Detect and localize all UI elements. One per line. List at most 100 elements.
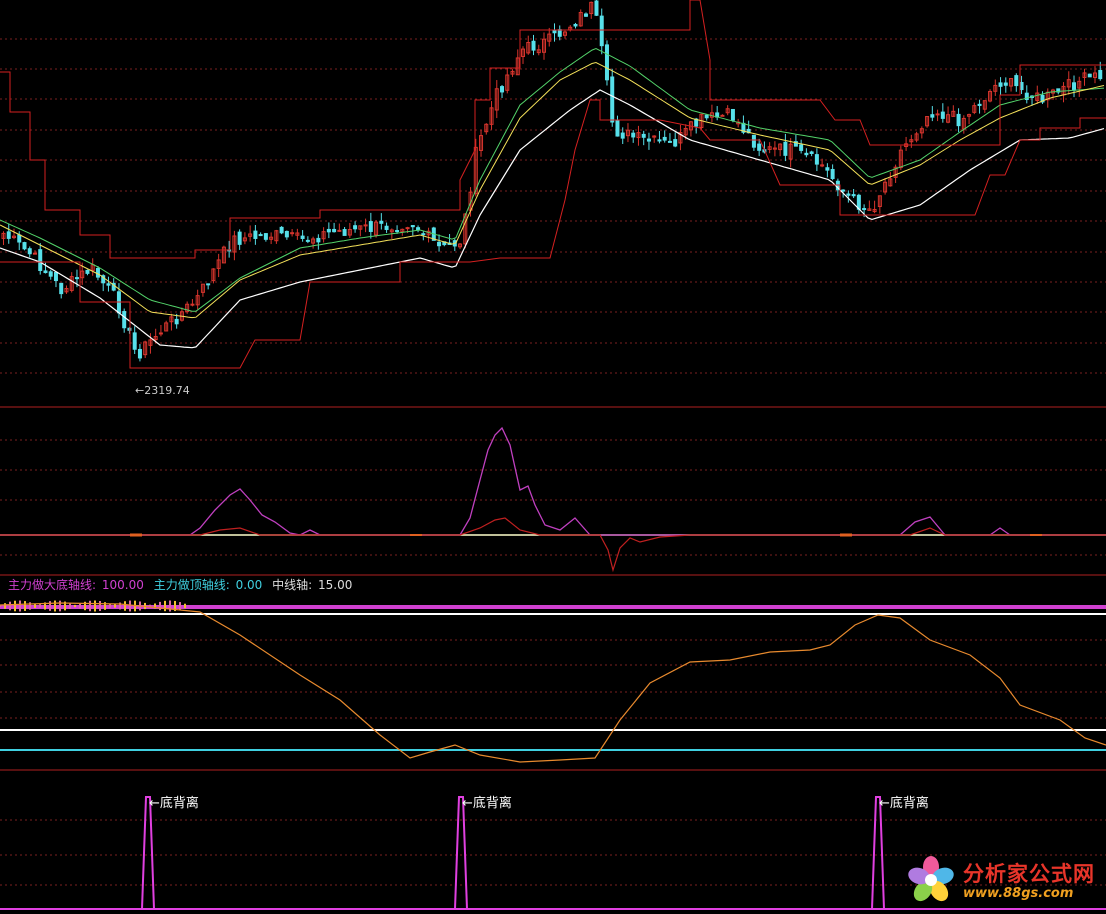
- divergence-signal-label: ←底背离: [462, 795, 512, 811]
- candle-body: [395, 230, 400, 233]
- candle-body: [342, 229, 347, 236]
- candle-body: [85, 269, 90, 274]
- grid-lines: [0, 38, 1106, 886]
- ma-mid-line: [0, 61, 1105, 319]
- candle-body: [977, 103, 982, 106]
- candle-body: [290, 232, 295, 235]
- candle-body: [384, 225, 389, 230]
- candle-body: [363, 224, 368, 227]
- candle-body: [862, 208, 867, 211]
- divergence-signal-spike: [141, 796, 155, 910]
- candle-body: [300, 235, 305, 239]
- candle-body: [6, 231, 11, 239]
- candle-body: [830, 168, 835, 180]
- candle-body: [557, 29, 562, 37]
- candle-body: [32, 252, 37, 255]
- candle-body: [410, 225, 415, 228]
- candle-body: [531, 40, 536, 51]
- candle-body: [48, 271, 53, 277]
- legend-mid-axis-value: 15.00: [318, 578, 353, 592]
- candle-body: [751, 134, 756, 148]
- candle-body: [326, 228, 331, 233]
- osc-red-line: [0, 517, 1106, 573]
- low-price-marker: ←2319.74: [135, 384, 190, 397]
- candle-body: [1087, 73, 1092, 78]
- flower-logo-icon: [908, 856, 954, 902]
- candle-body: [1098, 69, 1103, 80]
- candle-body: [316, 237, 321, 243]
- watermark-title: 分析家公式网: [963, 862, 1095, 886]
- candle-body: [641, 133, 646, 138]
- candle-body: [258, 234, 263, 237]
- divergence-signal-label: ←底背离: [149, 795, 199, 811]
- candle-body: [279, 226, 284, 234]
- main-price-panel: ←2319.74: [0, 0, 1106, 397]
- candle-body: [368, 221, 373, 232]
- candle-body: [615, 119, 620, 137]
- oscillator-panel: [0, 426, 1106, 573]
- watermark-url: www.88gs.com: [963, 886, 1074, 901]
- candle-body: [825, 167, 830, 171]
- candle-body: [998, 82, 1003, 87]
- candle-body: [720, 114, 725, 117]
- candle-body: [122, 311, 127, 329]
- candle-body: [594, 0, 599, 16]
- candle-body: [552, 29, 557, 34]
- candle-body: [59, 282, 64, 295]
- candle-body: [631, 132, 636, 138]
- candle-body: [106, 283, 111, 286]
- candle-body: [662, 136, 667, 141]
- axis-panel: [0, 600, 1106, 763]
- watermark-logo: 分析家公式网 www.88gs.com: [905, 852, 1105, 912]
- axis-panel-legend: 主力做大底轴线: 100.00 主力做顶轴线: 0.00 中线轴: 15.00: [0, 576, 354, 592]
- candle-body: [757, 143, 762, 151]
- candle-body: [604, 44, 609, 81]
- candle-body: [573, 23, 578, 27]
- candle-body: [783, 141, 788, 156]
- candle-body: [667, 140, 672, 143]
- candle-body: [132, 332, 137, 350]
- candle-body: [583, 13, 588, 17]
- candle-body: [206, 283, 211, 286]
- candle-body: [421, 233, 426, 236]
- candle-body: [1003, 82, 1008, 86]
- candle-body: [337, 229, 342, 232]
- candle-body: [263, 233, 268, 240]
- candle-body: [940, 111, 945, 119]
- candle-body: [1072, 82, 1077, 91]
- divergence-signal-label: ←底背离: [879, 795, 929, 811]
- candle-body: [284, 230, 289, 238]
- candle-body: [620, 132, 625, 139]
- candle-body: [799, 144, 804, 151]
- candle-body: [673, 139, 678, 147]
- candle-body: [930, 114, 935, 118]
- candle-body: [500, 86, 505, 93]
- candle-body: [38, 249, 43, 271]
- divergence-signal-spike: [871, 796, 885, 910]
- candle-body: [158, 332, 163, 335]
- candle-body: [956, 113, 961, 127]
- candle-body: [305, 239, 310, 242]
- candle-body: [610, 76, 615, 123]
- chart-canvas: ←2319.74 ←底背离 ←底背离 ←底背离: [0, 0, 1106, 910]
- candle-body: [804, 152, 809, 156]
- candle-body: [730, 108, 735, 121]
- candle-body: [253, 230, 258, 239]
- candle-body: [851, 194, 856, 197]
- legend-top-axis-value: 0.00: [235, 578, 263, 592]
- candle-body: [809, 151, 814, 154]
- candle-body: [935, 113, 940, 116]
- candle-body: [846, 193, 851, 196]
- candle-body: [22, 242, 27, 250]
- candle-body: [174, 318, 179, 325]
- legend-bottom-axis-value: 100.00: [101, 578, 144, 592]
- candle-body: [379, 220, 384, 224]
- candle-body: [237, 231, 242, 245]
- legend-bottom-axis-label: 主力做大底轴线:: [8, 578, 97, 592]
- candle-body: [405, 227, 410, 230]
- candle-body: [53, 271, 58, 282]
- candle-body: [704, 114, 709, 119]
- osc-magenta-line: [0, 426, 1106, 536]
- candle-body: [332, 228, 337, 233]
- candle-body: [437, 241, 442, 247]
